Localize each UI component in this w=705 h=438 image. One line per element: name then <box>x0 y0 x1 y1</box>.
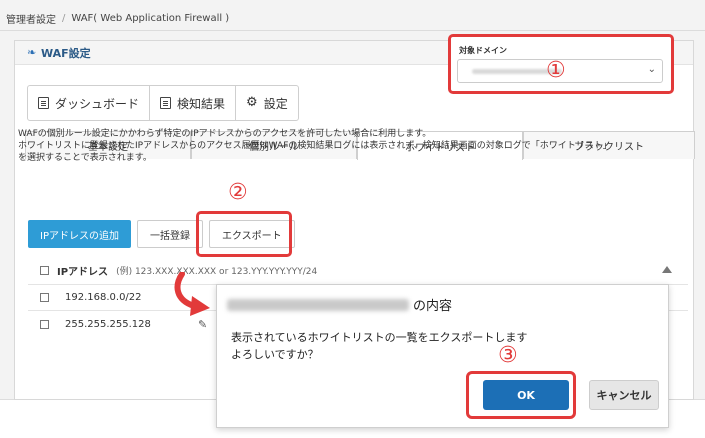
breadcrumb-admin-settings[interactable]: 管理者設定 <box>6 11 56 26</box>
cancel-button[interactable]: キャンセル <box>589 380 659 410</box>
header-divider <box>0 30 705 31</box>
dialog-message-line-1: 表示されているホワイトリストの一覧をエクスポートします <box>231 331 528 344</box>
dialog-title-suffix: の内容 <box>413 299 453 314</box>
blurred-domain-name <box>227 298 409 311</box>
arrow-icon <box>174 272 210 316</box>
dialog-message: 表示されているホワイトリストの一覧をエクスポートします よろしいですか？ <box>231 329 527 363</box>
dialog-message-line-2: よろしいですか？ <box>231 348 319 361</box>
breadcrumb-separator: / <box>62 12 66 24</box>
ip-format-example: (例) 123.XXX.XXX.XXX or 123.YYY.YYY.YYY/2… <box>116 267 318 277</box>
ok-button[interactable]: OK <box>483 380 569 410</box>
select-all-checkbox[interactable] <box>40 266 49 275</box>
description-line-3: を選択することで表示されます。 <box>18 153 152 163</box>
detection-results-button[interactable]: 検知結果 <box>150 86 237 120</box>
nav-button-group: ダッシュボード 検知結果 ⚙ 設定 <box>27 85 299 121</box>
export-confirm-dialog: の内容 表示されているホワイトリストの一覧をエクスポートします よろしいですか？… <box>216 284 669 428</box>
collapse-icon[interactable] <box>662 266 672 273</box>
panel-title: WAF設定 <box>41 46 91 60</box>
description-line-2: ホワイトリストに登録されたIPアドレスからのアクセス履歴はWAFの検知結果ログに… <box>18 141 612 151</box>
dialog-title: の内容 <box>227 295 452 314</box>
breadcrumb-waf: WAF( Web Application Firewall ) <box>71 12 230 24</box>
marker-2: ② <box>228 180 248 205</box>
export-highlight <box>196 211 292 257</box>
ip-address: 255.255.255.128 <box>65 319 151 330</box>
dashboard-button[interactable]: ダッシュボード <box>28 86 151 120</box>
ip-column-header: IPアドレス <box>57 267 109 278</box>
chevron-down-icon: ⌄ <box>647 64 656 75</box>
table-row: 192.168.0.0/22 <box>40 292 142 303</box>
settings-button[interactable]: ⚙ 設定 <box>236 86 298 120</box>
add-ip-button[interactable]: IPアドレスの追加 <box>28 220 131 248</box>
marker-3: ③ <box>498 343 518 368</box>
whitelist-description: WAFの個別ルール設定にかかわらず特定のIPアドレスからのアクセスを許可したい場… <box>18 128 678 164</box>
target-domain-label: 対象ドメイン <box>459 46 507 55</box>
document-icon <box>160 97 172 109</box>
detection-results-label: 検知結果 <box>177 96 226 111</box>
breadcrumb: 管理者設定 / WAF( Web Application Firewall ) <box>6 8 229 28</box>
leaf-icon: ❧ <box>27 45 37 59</box>
document-icon <box>38 97 49 109</box>
marker-1: ① <box>546 58 566 83</box>
description-line-1: WAFの個別ルール設定にかかわらず特定のIPアドレスからのアクセスを許可したい場… <box>18 129 432 139</box>
row-checkbox[interactable] <box>40 320 49 329</box>
settings-label: 設定 <box>263 96 288 111</box>
dashboard-label: ダッシュボード <box>55 96 140 111</box>
row-checkbox[interactable] <box>40 293 49 302</box>
ip-address: 192.168.0.0/22 <box>65 292 142 303</box>
edit-icon[interactable]: ✎ <box>198 318 207 331</box>
bulk-register-button[interactable]: 一括登録 <box>136 220 203 248</box>
gear-icon: ⚙ <box>246 95 258 110</box>
table-row: 255.255.255.128 <box>40 319 151 330</box>
